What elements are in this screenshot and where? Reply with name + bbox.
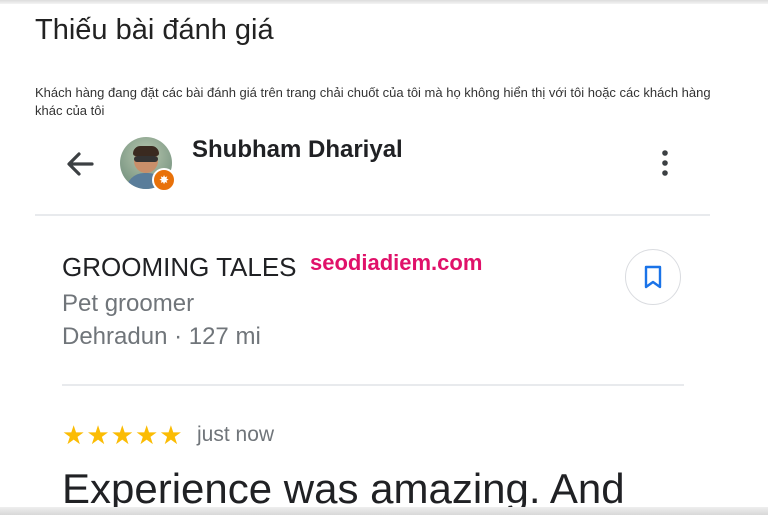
star-icon: ★ bbox=[110, 420, 134, 450]
arrow-left-icon bbox=[67, 152, 94, 176]
page-description: Khách hàng đang đặt các bài đánh giá trê… bbox=[35, 85, 711, 118]
bottom-rule bbox=[0, 507, 768, 515]
page-title: Thiếu bài đánh giá bbox=[35, 14, 274, 46]
place-name[interactable]: GROOMING TALES bbox=[62, 252, 297, 283]
header-divider bbox=[35, 214, 710, 216]
star-rating: ★ ★ ★ ★ ★ bbox=[62, 420, 183, 450]
local-guide-star-icon: ✸ bbox=[152, 168, 176, 192]
review-time: just now bbox=[197, 423, 275, 446]
top-rule bbox=[0, 0, 768, 4]
avatar-hair bbox=[133, 146, 159, 156]
back-button[interactable] bbox=[62, 148, 98, 180]
more-options-button[interactable] bbox=[650, 146, 680, 180]
bookmark-icon bbox=[644, 265, 662, 289]
place-category: Pet groomer bbox=[62, 290, 195, 317]
user-name: Shubham Dhariyal bbox=[192, 136, 403, 163]
star-icon: ★ bbox=[86, 420, 110, 450]
more-vert-icon bbox=[662, 150, 668, 176]
star-icon: ★ bbox=[134, 420, 159, 450]
place-location: Dehradun · 127 mi bbox=[62, 323, 261, 350]
place-divider bbox=[62, 384, 684, 386]
review-text: Experience was amazing. And bbox=[62, 465, 625, 512]
avatar-glasses bbox=[134, 156, 158, 162]
watermark: seodiadiem.com bbox=[310, 250, 483, 275]
star-icon: ★ bbox=[159, 420, 183, 450]
star-icon: ★ bbox=[62, 420, 86, 450]
save-button[interactable] bbox=[625, 249, 681, 305]
